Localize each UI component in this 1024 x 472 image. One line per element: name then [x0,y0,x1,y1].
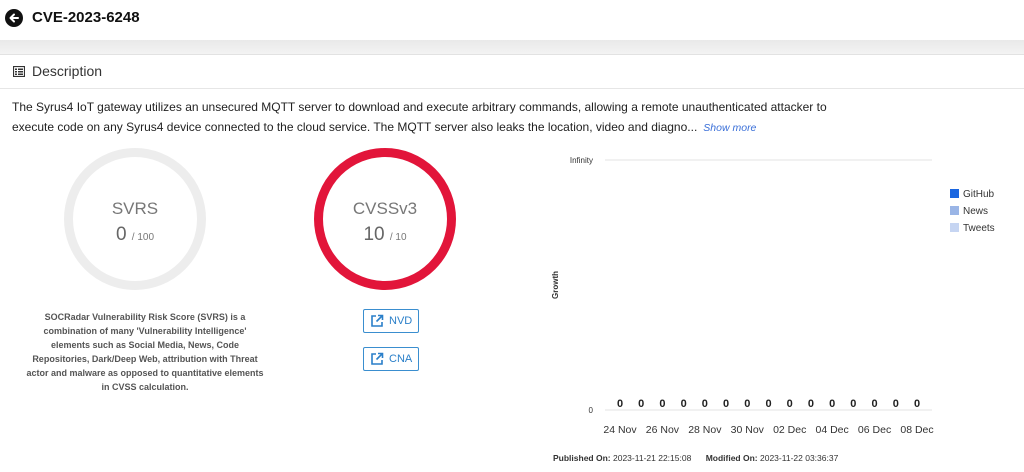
data-label: 0 [617,398,623,410]
data-label: 0 [893,398,899,410]
data-label: 0 [872,398,878,410]
y-tick-label: Infinity [570,156,593,165]
data-label: 0 [914,398,920,410]
x-tick-label: 04 Dec [816,424,849,436]
legend-label: GitHub [963,189,995,200]
svrs-value: 0 / 100 [73,224,197,246]
legend-swatch-news [950,206,959,215]
cvss-value: 10 / 10 [323,224,447,246]
svrs-label: SVRS [111,199,159,218]
list-icon [13,66,25,77]
x-tick-label: 28 Nov [688,424,722,436]
legend-swatch-github [950,189,959,198]
data-label: 0 [787,398,793,410]
x-tick-label: 08 Dec [900,424,933,436]
description-section-header: Description [0,55,1024,89]
data-label: 0 [702,398,708,410]
x-tick-label: 24 Nov [603,424,637,436]
data-label: 0 [659,398,665,410]
page-title: CVE-2023-6248 [32,9,140,26]
nvd-button[interactable]: NVD [363,309,420,333]
data-label: 0 [765,398,771,410]
arrow-left-icon [9,13,19,23]
data-label: 0 [829,398,835,410]
x-tick-label: 06 Dec [858,424,891,436]
data-label: 0 [850,398,856,410]
data-label: 0 [744,398,750,410]
description-text: The Syrus4 IoT gateway utilizes an unsec… [12,97,852,138]
svrs-score-ring: SVRS 0 / 100 [64,148,206,290]
modified-label: Modified On: [705,453,758,463]
legend-swatch-tweets [950,223,959,232]
page-header: CVE-2023-6248 [0,0,1024,40]
cna-button[interactable]: CNA [363,347,420,371]
publish-info: Published On: 2023-11-21 22:15:08 Modifi… [553,453,850,463]
x-tick-label: 26 Nov [646,424,680,436]
growth-chart: Infinity 0 Growth 0 0 0 0 0 0 0 0 0 0 0 0 0 0 0 24 Nov 26 N… [551,156,995,436]
published-value: 2023-11-21 22:15:08 [613,453,692,463]
svrs-score: 0 [115,224,127,245]
y-axis-label: Growth [551,271,560,299]
cvss-score-ring: CVSSv3 10 / 10 [314,148,456,290]
legend-label: Tweets [963,223,995,234]
y-tick-label: 0 [589,406,594,415]
svrs-explanation: SOCRadar Vulnerability Risk Score (SVRS)… [26,312,264,392]
cvss-score: 10 [363,224,385,245]
cvss-label: CVSSv3 [352,199,418,218]
header-divider [0,40,1024,55]
show-more-link[interactable]: Show more [703,122,756,134]
x-tick-label: 30 Nov [731,424,765,436]
legend-label: News [963,206,988,217]
published-label: Published On: [553,453,611,463]
data-label: 0 [808,398,814,410]
back-button[interactable] [5,9,23,27]
external-link-icon [371,352,384,365]
nvd-label: NVD [389,315,413,327]
data-label: 0 [723,398,729,410]
svrs-max: / 100 [131,232,155,243]
x-tick-label: 02 Dec [773,424,806,436]
data-label: 0 [681,398,687,410]
section-title: Description [32,63,103,79]
external-link-icon [371,314,384,327]
cna-label: CNA [389,353,413,365]
data-label: 0 [638,398,644,410]
modified-value: 2023-11-22 03:36:37 [760,453,839,463]
cvss-max: / 10 [389,232,407,243]
